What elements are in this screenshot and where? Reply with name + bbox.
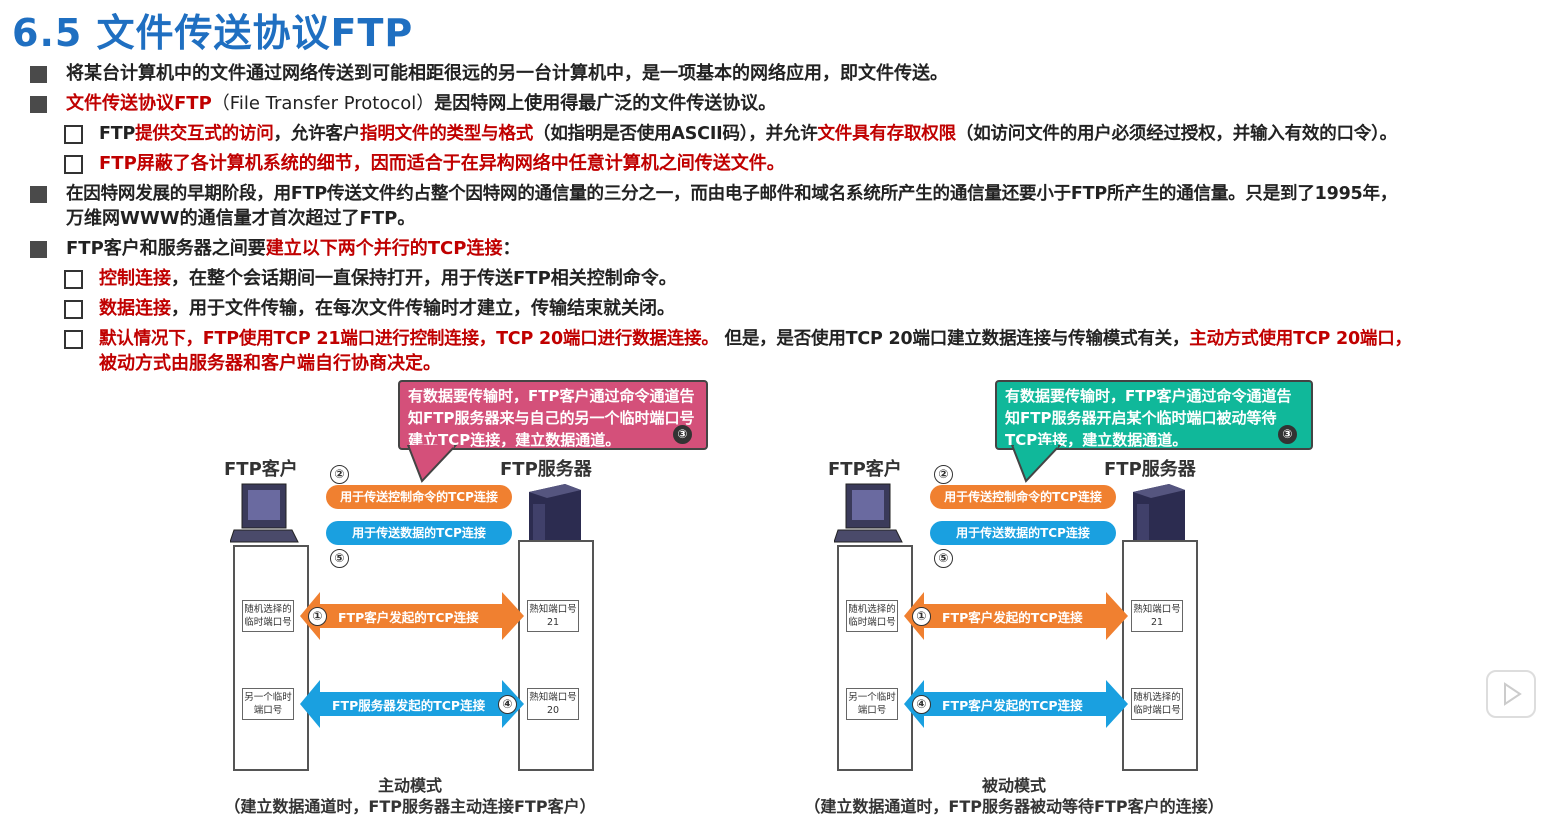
client-port-2: 另一个临时端口号 bbox=[846, 688, 898, 720]
control-connection-text: 控制连接，在整个会话期间一直保持打开，用于传送FTP相关控制命令。 bbox=[99, 267, 677, 291]
server-port-2: 熟知端口号20 bbox=[527, 688, 579, 720]
step-1-badge: ① bbox=[308, 607, 327, 626]
bullet-2-text: 文件传送协议FTP（File Transfer Protocol）是因特网上使用… bbox=[66, 92, 776, 116]
step-5-badge: ⑤ bbox=[934, 549, 953, 568]
step-2-badge: ② bbox=[330, 465, 349, 484]
text: 数据连接 bbox=[99, 298, 171, 319]
data-connection-pill: 用于传送数据的TCP连接 bbox=[930, 521, 1116, 545]
sub-bullet-2-text: FTP屏蔽了各计算机系统的细节，因而适合于在异构网络中任意计算机之间传送文件。 bbox=[99, 153, 785, 174]
step-3-badge: ③ bbox=[1278, 425, 1297, 444]
bullet-square-icon bbox=[30, 66, 47, 83]
checkbox-icon bbox=[64, 300, 83, 319]
play-icon bbox=[1504, 682, 1522, 706]
step-5-badge: ⑤ bbox=[330, 549, 349, 568]
control-connection-pill: 用于传送控制命令的TCP连接 bbox=[326, 485, 512, 509]
callout-text: 有数据要传输时，FTP客户通过命令通道告知FTP服务器开启某个临时端口被动等待T… bbox=[1005, 387, 1292, 449]
passive-mode-note: 被动方式由服务器和客户端自行协商决定。 bbox=[99, 353, 441, 374]
bullet-square-icon bbox=[30, 96, 47, 113]
text: FTP客户和服务器之间要 bbox=[66, 238, 266, 259]
checkbox-icon bbox=[64, 270, 83, 289]
step-3-badge: ③ bbox=[673, 425, 692, 444]
text: ，在整个会话期间一直保持打开，用于传送FTP相关控制命令。 bbox=[171, 268, 677, 289]
default-ports-text: 默认情况下，FTP使用TCP 21端口进行控制连接，TCP 20端口进行数据连接… bbox=[99, 327, 1412, 351]
text: ，允许客户 bbox=[273, 124, 361, 144]
text: 建立以下两个并行的TCP连接 bbox=[265, 238, 503, 259]
bullet-square-icon bbox=[30, 241, 47, 258]
step-4-badge: ④ bbox=[912, 695, 931, 714]
arrow-1-label: FTP客户发起的TCP连接 bbox=[942, 610, 1083, 625]
server-port-1: 熟知端口号21 bbox=[1131, 600, 1183, 632]
control-connection-pill: 用于传送控制命令的TCP连接 bbox=[930, 485, 1116, 509]
callout-tail bbox=[1010, 445, 1062, 483]
data-connection-pill: 用于传送数据的TCP连接 bbox=[326, 521, 512, 545]
client-column bbox=[837, 545, 913, 771]
passive-callout: 有数据要传输时，FTP客户通过命令通道告知FTP服务器开启某个临时端口被动等待T… bbox=[995, 380, 1313, 450]
text: 文件具有存取权限 bbox=[817, 124, 957, 144]
arrow-2-label: FTP服务器发起的TCP连接 bbox=[332, 698, 486, 713]
text: ： bbox=[502, 238, 521, 259]
active-mode-subcaption: （建立数据通道时，FTP服务器主动连接FTP客户） bbox=[224, 797, 596, 816]
page-title: 6.5 文件传送协议FTP bbox=[12, 11, 414, 55]
client-port-1: 随机选择的临时端口号 bbox=[846, 600, 898, 632]
client-port-2: 另一个临时端口号 bbox=[242, 688, 294, 720]
text: （如指明是否使用ASCII码），并允许 bbox=[533, 124, 818, 144]
data-connection-text: 数据连接，用于文件传输，在每次文件传输时才建立，传输结束就关闭。 bbox=[99, 297, 675, 321]
arrow-2-label: FTP客户发起的TCP连接 bbox=[942, 698, 1083, 713]
step-2-badge: ② bbox=[934, 465, 953, 484]
text: （如访问文件的用户必须经过授权，并输入有效的口令）。 bbox=[955, 124, 1397, 144]
bullet-3-line1: 在因特网发展的早期阶段，用FTP传送文件约占整个因特网的通信量的三分之一，而由电… bbox=[66, 184, 1398, 204]
checkbox-icon bbox=[64, 155, 83, 174]
bullet-4-text: FTP客户和服务器之间要建立以下两个并行的TCP连接： bbox=[66, 237, 520, 261]
server-label: FTP服务器 bbox=[1104, 459, 1196, 480]
checkbox-icon bbox=[64, 125, 83, 144]
client-label: FTP客户 bbox=[828, 459, 902, 480]
text: 但是，是否使用TCP 20端口建立数据连接与传输模式有关， bbox=[718, 329, 1190, 349]
active-mode-diagram: 有数据要传输时，FTP客户通过命令通道告知FTP服务器来与自己的另一个临时端口号… bbox=[200, 375, 900, 816]
active-callout: 有数据要传输时，FTP客户通过命令通道告知FTP服务器来与自己的另一个临时端口号… bbox=[398, 380, 708, 450]
server-column bbox=[518, 540, 594, 771]
passive-mode-subcaption: （建立数据通道时，FTP服务器被动等待FTP客户的连接） bbox=[804, 797, 1224, 816]
bullet-1-text: 将某台计算机中的文件通过网络传送到可能相距很远的另一台计算机中，是一项基本的网络… bbox=[66, 63, 948, 84]
bullet-3-line2: 万维网WWW的通信量才首次超过了FTP。 bbox=[66, 208, 416, 229]
client-column bbox=[233, 545, 309, 771]
client-label: FTP客户 bbox=[224, 459, 298, 480]
bullet-2-rest: 是因特网上使用得最广泛的文件传送协议。 bbox=[434, 93, 777, 114]
computer-icon bbox=[834, 483, 903, 543]
client-port-1: 随机选择的临时端口号 bbox=[242, 600, 294, 632]
arrow-1-label: FTP客户发起的TCP连接 bbox=[338, 610, 479, 625]
text: 主动方式使用TCP 20端口， bbox=[1189, 329, 1412, 349]
ftp-fullname: （File Transfer Protocol） bbox=[211, 93, 435, 114]
text: 指明文件的类型与格式 bbox=[360, 124, 534, 144]
server-port-2: 随机选择的临时端口号 bbox=[1131, 688, 1183, 720]
play-button[interactable] bbox=[1486, 670, 1536, 718]
callout-text: 有数据要传输时，FTP客户通过命令通道告知FTP服务器来与自己的另一个临时端口号… bbox=[408, 387, 695, 449]
text: 控制连接 bbox=[99, 268, 171, 289]
text: ，用于文件传输，在每次文件传输时才建立，传输结束就关闭。 bbox=[171, 298, 675, 319]
computer-icon bbox=[230, 483, 299, 543]
sub-bullet-1-text: FTP提供交互式的访问，允许客户指明文件的类型与格式（如指明是否使用ASCII码… bbox=[99, 122, 1397, 146]
checkbox-icon bbox=[64, 330, 83, 349]
server-column bbox=[1122, 540, 1198, 771]
step-1-badge: ① bbox=[912, 607, 931, 626]
text: FTP bbox=[99, 124, 136, 144]
ftp-term: 文件传送协议FTP bbox=[66, 93, 212, 114]
passive-mode-diagram: 有数据要传输时，FTP客户通过命令通道告知FTP服务器开启某个临时端口被动等待T… bbox=[804, 375, 1504, 816]
server-label: FTP服务器 bbox=[500, 459, 592, 480]
text: 提供交互式的访问 bbox=[135, 124, 274, 144]
bullet-square-icon bbox=[30, 186, 47, 203]
step-4-badge: ④ bbox=[498, 695, 517, 714]
text: 默认情况下，FTP使用TCP 21端口进行控制连接，TCP 20端口进行数据连接… bbox=[99, 329, 719, 349]
callout-tail bbox=[406, 445, 458, 483]
server-port-1: 熟知端口号21 bbox=[527, 600, 579, 632]
